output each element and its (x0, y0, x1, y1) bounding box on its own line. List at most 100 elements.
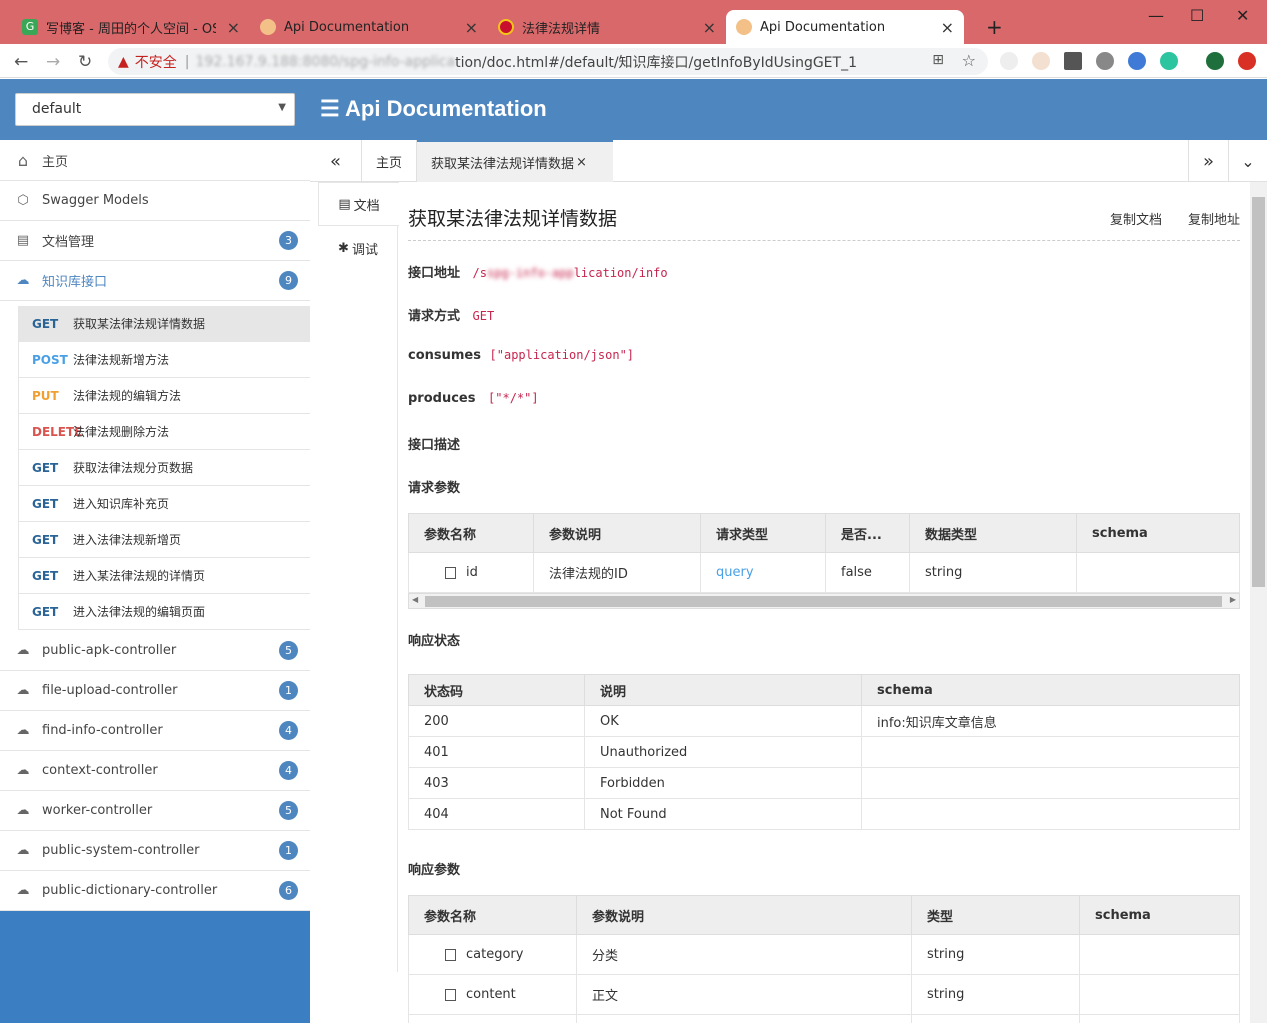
tab-detail[interactable]: 获取某法律法规详情数据 × (417, 140, 613, 182)
desc-field: 接口描述 (408, 438, 461, 453)
tabs-menu-icon[interactable]: ⌄ (1228, 140, 1267, 182)
param-doc-icon (445, 948, 456, 961)
sidebar-item-controller[interactable]: ☁ public-dictionary-controller 6 (0, 871, 310, 911)
count-badge: 5 (279, 801, 298, 820)
browser-tab-2[interactable]: Api Documentation × (250, 10, 488, 44)
app-title: ☰ Api Documentation (320, 96, 547, 121)
cloud-api-icon: ☁ (16, 843, 30, 858)
count-badge: 4 (279, 761, 298, 780)
address-bar[interactable]: ▲ 不安全 | 192.167.9.188:8080/spg-info-appl… (108, 48, 988, 75)
count-badge: 5 (279, 641, 298, 660)
browser-toolbar: ← → ↻ ▲ 不安全 | 192.167.9.188:8080/spg-inf… (0, 44, 1267, 78)
vertical-scrollbar[interactable] (1250, 182, 1267, 1023)
copy-url-link[interactable]: 复制地址 (1188, 209, 1240, 228)
sidebar-item-controller[interactable]: ☁ public-system-controller 1 (0, 831, 310, 871)
copy-links: 复制文档 复制地址 (1110, 209, 1240, 228)
scroll-left-icon[interactable]: ◀ (412, 595, 418, 604)
forward-icon[interactable]: → (46, 52, 60, 72)
count-badge: 3 (279, 231, 298, 250)
endpoint-item[interactable]: GET 进入法律法规新增页 (18, 522, 310, 558)
table-row: id 法律法规的ID query false string (408, 552, 1240, 593)
close-tab-icon[interactable]: × (941, 18, 954, 37)
count-badge: 4 (279, 721, 298, 740)
shield-extension-icon[interactable] (1128, 52, 1146, 70)
sidebar-item-home[interactable]: ⌂ 主页 (0, 141, 310, 181)
cloud-api-icon: ☁ (16, 763, 30, 778)
close-tab-icon[interactable]: × (227, 18, 240, 37)
tabs-next-button[interactable]: » (1188, 140, 1228, 182)
endpoint-item[interactable]: GET 获取法律法规分页数据 (18, 450, 310, 486)
browser-tab-1[interactable]: G 写博客 - 周田的个人空间 - OSCH × (12, 10, 250, 44)
menu-icon[interactable]: ☰ (320, 96, 340, 121)
content-tab-bar: « 主页 获取某法律法规详情数据 × » ⌄ (310, 140, 1267, 182)
sidebar-item-docs[interactable]: ▤ 文档管理 3 (0, 221, 310, 261)
warning-icon: ▲ (118, 53, 129, 70)
divider (408, 240, 1240, 241)
close-icon[interactable]: × (576, 155, 587, 170)
group-select[interactable]: default ▼ (15, 93, 295, 126)
cursor-extension-icon[interactable] (1000, 52, 1018, 70)
speed-extension-icon[interactable] (1096, 52, 1114, 70)
maximize-icon[interactable]: ☐ (1190, 6, 1204, 25)
count-badge: 6 (279, 881, 298, 900)
browser-tab-3[interactable]: 法律法规详情 × (488, 10, 726, 44)
cloud-api-icon: ☁ (16, 273, 30, 288)
browser-tab-4[interactable]: Api Documentation × (726, 10, 964, 44)
tabs-prev-button[interactable]: « (310, 140, 362, 182)
app-header: default ▼ ☰ Api Documentation (0, 79, 1267, 140)
endpoint-item[interactable]: POST 法律法规新增方法 (18, 342, 310, 378)
profile-avatar-icon[interactable] (1206, 52, 1224, 70)
resp-status-heading: 响应状态 (408, 634, 461, 649)
plane-extension-icon[interactable] (1064, 52, 1082, 70)
emblem-favicon-icon (498, 19, 514, 35)
sidebar-item-knowledge[interactable]: ☁ 知识库接口 9 (0, 261, 310, 301)
scrollbar-thumb[interactable] (425, 596, 1222, 607)
table-row: 404 Not Found (408, 798, 1240, 830)
window-close-icon[interactable]: ✕ (1236, 6, 1249, 25)
table-row: 200 OK info:知识库文章信息 (408, 705, 1240, 737)
extensions-bar (1000, 52, 1256, 70)
produces-field: produces ["*/*"] (408, 391, 539, 406)
endpoint-item[interactable]: GET 进入某法律法规的详情页 (18, 558, 310, 594)
sidebar-item-controller[interactable]: ☁ file-upload-controller 1 (0, 671, 310, 711)
horizontal-scrollbar[interactable]: ◀ ▶ (408, 593, 1240, 609)
close-tab-icon[interactable]: × (465, 18, 478, 37)
copy-doc-link[interactable]: 复制文档 (1110, 209, 1162, 228)
sidebar-item-controller[interactable]: ☁ find-info-controller 4 (0, 711, 310, 751)
endpoint-item[interactable]: GET 进入知识库补充页 (18, 486, 310, 522)
scroll-right-icon[interactable]: ▶ (1230, 595, 1236, 604)
translate-icon[interactable]: ⊞ (932, 52, 944, 68)
bookmark-star-icon[interactable]: ☆ (962, 51, 976, 70)
tab-debug[interactable]: ✱ 调试 (318, 226, 398, 270)
sidebar-item-controller[interactable]: ☁ worker-controller 5 (0, 791, 310, 831)
endpoint-item[interactable]: GET 获取某法律法规详情数据 (18, 306, 310, 342)
response-params-table: 参数名称 参数说明 类型 schema category 分类 string c… (408, 895, 1240, 1023)
table-row: category 分类 string (408, 934, 1240, 975)
endpoint-item[interactable]: GET 进入法律法规的编辑页面 (18, 594, 310, 630)
close-tab-icon[interactable]: × (703, 18, 716, 37)
count-badge: 1 (279, 681, 298, 700)
note-extension-icon[interactable] (1032, 52, 1050, 70)
count-badge: 1 (279, 841, 298, 860)
sidebar: ⌂ 主页 ⬡ Swagger Models ▤ 文档管理 3 ☁ 知识库接口 9… (0, 140, 310, 1023)
doc-side-tabs: ▤ 文档 ✱ 调试 (318, 182, 399, 972)
endpoint-item[interactable]: PUT 法律法规的编辑方法 (18, 378, 310, 414)
tab-doc[interactable]: ▤ 文档 (318, 182, 399, 226)
table-row (408, 1014, 1240, 1023)
sidebar-item-controller[interactable]: ☁ context-controller 4 (0, 751, 310, 791)
tab-home[interactable]: 主页 (362, 140, 417, 182)
reload-icon[interactable]: ↻ (78, 52, 92, 72)
endpoint-item[interactable]: DELETE 法律法规删除方法 (18, 414, 310, 450)
doc-content: 获取某法律法规详情数据 复制文档 复制地址 接口地址 /sspg-info-ap… (408, 182, 1240, 1023)
new-tab-button[interactable]: + (976, 10, 1006, 44)
sidebar-item-controller[interactable]: ☁ public-apk-controller 5 (0, 631, 310, 671)
grammar-extension-icon[interactable] (1160, 52, 1178, 70)
update-icon[interactable] (1238, 52, 1256, 70)
back-icon[interactable]: ← (14, 52, 28, 72)
home-icon: ⌂ (17, 151, 29, 170)
minimize-icon[interactable]: — (1148, 6, 1164, 25)
consumes-field: consumes ["application/json"] (408, 348, 635, 363)
cloud-api-icon: ☁ (16, 803, 30, 818)
scrollbar-thumb[interactable] (1252, 197, 1265, 587)
sidebar-item-models[interactable]: ⬡ Swagger Models (0, 181, 310, 221)
